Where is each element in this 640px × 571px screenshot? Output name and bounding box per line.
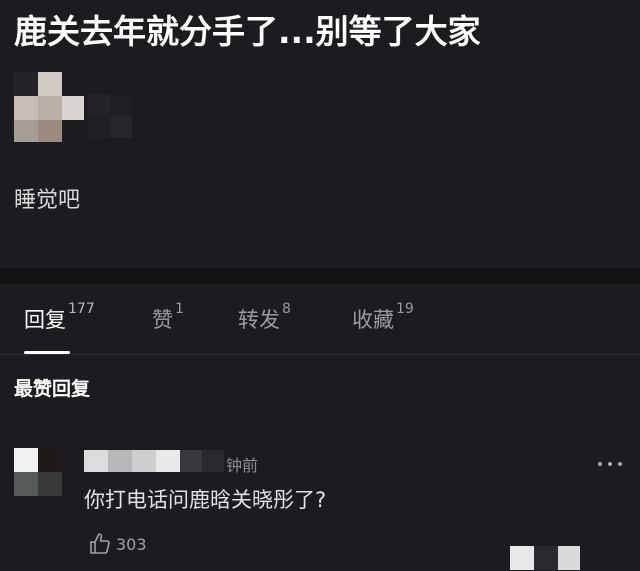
more-dots-icon[interactable] bbox=[596, 460, 624, 468]
comment-time: 钟前 bbox=[226, 456, 259, 475]
section-divider bbox=[0, 268, 640, 284]
thumbs-up-icon bbox=[90, 533, 110, 554]
tab-label: 回复 bbox=[24, 308, 66, 332]
section-title: 最赞回复 bbox=[14, 378, 91, 400]
tab-label: 收藏 bbox=[352, 308, 394, 332]
tab-replies[interactable]: 回复 177 bbox=[24, 301, 95, 334]
comment-text: 你打电话问鹿晗关晓彤了? bbox=[84, 488, 327, 512]
like-count: 303 bbox=[116, 535, 147, 554]
tab-count: 19 bbox=[396, 301, 414, 317]
commenter-avatar[interactable] bbox=[14, 448, 62, 496]
post-title: 鹿关去年就分手了...别等了大家 bbox=[14, 12, 481, 51]
tab-label: 赞 bbox=[152, 308, 173, 332]
tab-likes[interactable]: 赞1 bbox=[152, 301, 184, 334]
tab-count: 177 bbox=[68, 301, 95, 317]
author-avatar[interactable] bbox=[14, 72, 84, 142]
tab-favorites[interactable]: 收藏 19 bbox=[352, 301, 414, 334]
redacted-block bbox=[510, 546, 580, 570]
tabs-divider bbox=[0, 354, 640, 355]
tab-reposts[interactable]: 转发 8 bbox=[238, 301, 291, 334]
tab-label: 转发 bbox=[238, 308, 280, 332]
commenter-name-redacted bbox=[84, 450, 224, 472]
tab-count: 8 bbox=[282, 301, 291, 317]
author-name-redacted bbox=[88, 94, 156, 140]
tab-bar: 回复 177 赞1 转发 8 收藏 19 bbox=[0, 284, 640, 354]
tab-count: 1 bbox=[175, 301, 184, 317]
post-body: 睡觉吧 bbox=[14, 188, 81, 213]
